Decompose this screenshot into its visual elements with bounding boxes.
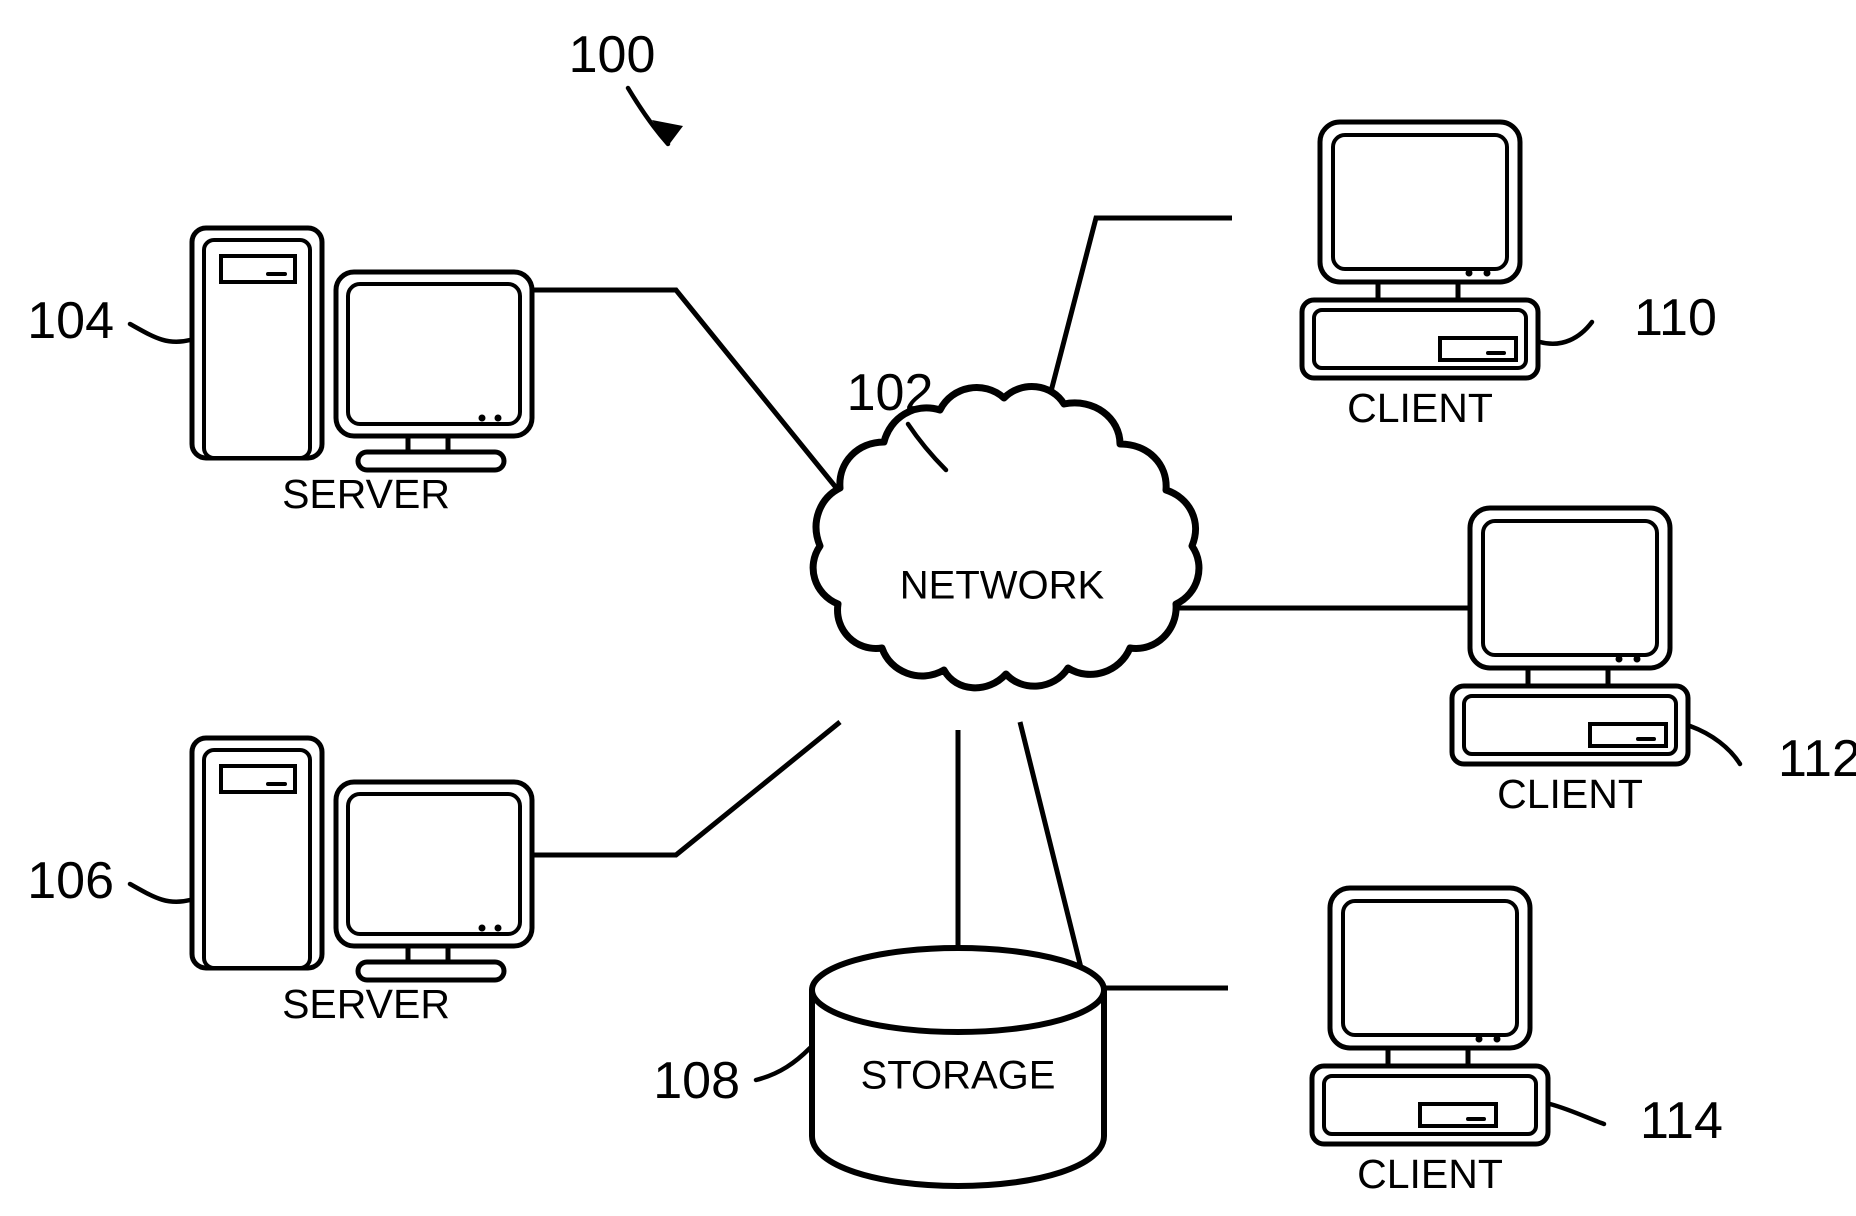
server-106-monitor-inner [346,792,522,936]
client-112-monitor-led-2 [1633,655,1641,663]
server-104-monitor-base [355,449,507,473]
server-106-monitor-led-1 [478,924,486,932]
server-104-caption: SERVER [282,471,450,517]
server-106-monitor-led-2 [494,924,502,932]
server-106-caption: SERVER [282,981,450,1027]
client-110-reference-label: 110 [1634,289,1717,347]
server-106-drive-bay [219,764,297,794]
storage-108-node[interactable]: STORAGE [809,945,1107,1189]
network-topology-diagram: 100 NETWORK 102 SERVER 104 SERVER 106 CL… [0,0,1856,1216]
client-110-monitor-led-2 [1483,269,1491,277]
storage-cylinder-top [809,945,1107,1035]
client-112-drive-bay [1588,722,1668,748]
client-114-caption: CLIENT [1357,1151,1503,1197]
network-reference-label: 102 [847,364,934,422]
figure-canvas: 100 NETWORK 102 SERVER 104 SERVER 106 CL… [0,0,1856,1216]
server-104-monitor-inner [346,282,522,426]
server-104-monitor-led-2 [494,414,502,422]
storage-reference-label: 108 [653,1052,740,1110]
client-112-monitor-inner [1481,519,1659,657]
client-112-monitor-led-1 [1615,655,1623,663]
storage-label: STORAGE [861,1054,1056,1098]
client-110-monitor-led-1 [1465,269,1473,277]
client-110-caption: CLIENT [1347,385,1493,431]
client-112-caption: CLIENT [1497,771,1643,817]
client-114-drive-bay [1418,1102,1498,1128]
server-106-monitor-base [355,959,507,983]
client-114-monitor-inner [1341,899,1519,1037]
server-104-monitor-led-1 [478,414,486,422]
server-106-reference-label: 106 [27,852,114,910]
network-label: NETWORK [900,564,1105,608]
client-110-drive-bay [1438,336,1518,362]
client-112-reference-label: 112 [1778,730,1856,788]
client-114-monitor-led-2 [1493,1035,1501,1043]
client-114-monitor-led-1 [1475,1035,1483,1043]
server-104-reference-label: 104 [27,292,114,350]
figure-reference-label: 100 [569,26,656,84]
client-114-reference-label: 114 [1640,1092,1723,1150]
server-104-drive-bay [219,254,297,284]
client-110-monitor-inner [1331,133,1509,271]
